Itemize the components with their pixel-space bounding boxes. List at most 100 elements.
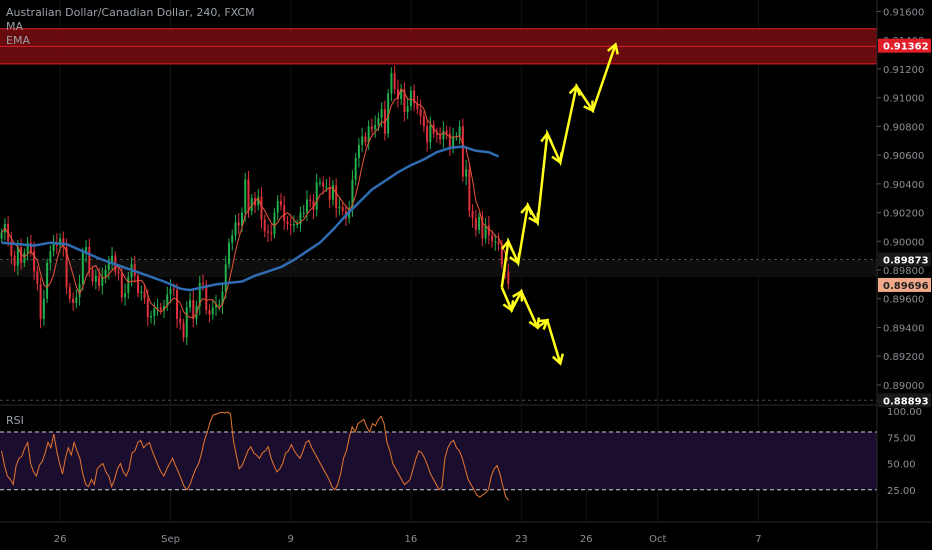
candle-56[interactable]: [182, 323, 185, 338]
candle-131[interactable]: [426, 126, 429, 143]
candle-132[interactable]: [429, 124, 432, 143]
candle-86[interactable]: [279, 201, 282, 206]
candle-137[interactable]: [445, 130, 448, 134]
candle-134[interactable]: [435, 133, 438, 135]
candle-104[interactable]: [338, 206, 341, 209]
candle-58[interactable]: [189, 300, 192, 308]
candle-80[interactable]: [260, 196, 263, 220]
candle-13[interactable]: [42, 298, 45, 319]
candle-47[interactable]: [153, 308, 156, 316]
candle-117[interactable]: [380, 109, 383, 118]
candle-146[interactable]: [474, 218, 477, 230]
price-tag-1[interactable]: 0.89873: [883, 256, 929, 267]
candle-130[interactable]: [422, 116, 425, 127]
bullish-arrow-path[interactable]: [500, 44, 617, 288]
bearish-arrow-path[interactable]: [500, 286, 562, 364]
candle-67[interactable]: [218, 304, 221, 306]
candle-111[interactable]: [361, 136, 364, 146]
candle-29[interactable]: [94, 275, 97, 282]
candle-156[interactable]: [507, 271, 510, 285]
candle-15[interactable]: [49, 251, 52, 263]
candle-102[interactable]: [331, 185, 334, 200]
candle-99[interactable]: [322, 182, 325, 187]
candle-28[interactable]: [91, 270, 94, 282]
candle-88[interactable]: [286, 221, 289, 225]
price-tag-2[interactable]: 0.89696: [883, 281, 929, 292]
legend-ma[interactable]: MA: [6, 20, 255, 34]
candle-45[interactable]: [146, 298, 149, 318]
candle-25[interactable]: [81, 252, 84, 285]
candle-149[interactable]: [484, 225, 487, 239]
candle-152[interactable]: [494, 241, 497, 243]
candle-73[interactable]: [237, 222, 240, 226]
candle-65[interactable]: [211, 307, 214, 315]
price-tag-3[interactable]: 0.88893: [883, 396, 929, 407]
candle-63[interactable]: [205, 284, 208, 311]
candle-103[interactable]: [335, 185, 338, 209]
candle-57[interactable]: [185, 307, 188, 338]
candle-64[interactable]: [208, 310, 211, 315]
candle-95[interactable]: [309, 199, 312, 202]
price-tag-0[interactable]: 0.91362: [883, 42, 929, 53]
candle-150[interactable]: [487, 225, 490, 236]
candle-36[interactable]: [117, 271, 120, 273]
candle-33[interactable]: [107, 262, 110, 270]
candle-112[interactable]: [364, 136, 367, 143]
candle-135[interactable]: [439, 135, 442, 140]
candle-7[interactable]: [23, 252, 26, 263]
candle-83[interactable]: [270, 232, 273, 235]
candle-98[interactable]: [318, 182, 321, 184]
candle-100[interactable]: [325, 186, 328, 188]
candle-115[interactable]: [374, 124, 377, 130]
candle-142[interactable]: [461, 126, 464, 177]
candle-143[interactable]: [465, 169, 468, 177]
rsi-label[interactable]: RSI: [6, 414, 24, 427]
candle-94[interactable]: [305, 199, 308, 213]
candle-151[interactable]: [491, 235, 494, 242]
candle-72[interactable]: [234, 222, 237, 236]
candle-105[interactable]: [341, 206, 344, 212]
candle-81[interactable]: [263, 219, 266, 232]
candle-101[interactable]: [328, 186, 331, 200]
candle-30[interactable]: [98, 275, 101, 286]
candle-76[interactable]: [247, 179, 250, 212]
candle-55[interactable]: [179, 318, 182, 324]
candle-125[interactable]: [406, 106, 409, 113]
candle-89[interactable]: [289, 224, 292, 226]
candle-4[interactable]: [13, 255, 16, 266]
candle-126[interactable]: [409, 90, 412, 107]
price-chart[interactable]: 0.916000.914000.912000.910000.908000.906…: [0, 0, 932, 550]
candle-144[interactable]: [468, 169, 471, 212]
candle-42[interactable]: [137, 275, 140, 293]
candle-43[interactable]: [140, 291, 143, 293]
candle-153[interactable]: [497, 241, 500, 245]
candle-37[interactable]: [120, 272, 123, 298]
candle-82[interactable]: [266, 231, 269, 233]
candle-32[interactable]: [104, 270, 107, 278]
candle-116[interactable]: [377, 117, 380, 125]
candle-85[interactable]: [276, 201, 279, 213]
candle-93[interactable]: [302, 212, 305, 214]
candle-141[interactable]: [458, 126, 461, 137]
candle-114[interactable]: [370, 126, 373, 130]
candle-69[interactable]: [224, 264, 227, 292]
candle-5[interactable]: [16, 247, 19, 266]
candle-84[interactable]: [273, 212, 276, 235]
candle-39[interactable]: [127, 277, 130, 293]
candle-110[interactable]: [357, 145, 360, 158]
candle-147[interactable]: [478, 216, 481, 230]
legend-ema[interactable]: EMA: [6, 34, 255, 48]
candle-120[interactable]: [390, 73, 393, 94]
candle-22[interactable]: [72, 298, 75, 304]
candle-138[interactable]: [448, 133, 451, 147]
candle-49[interactable]: [159, 307, 162, 311]
candle-44[interactable]: [143, 291, 146, 299]
candle-53[interactable]: [172, 288, 175, 291]
candle-24[interactable]: [78, 284, 81, 298]
candle-52[interactable]: [169, 288, 172, 295]
candle-0[interactable]: [0, 232, 3, 239]
candle-129[interactable]: [419, 109, 422, 117]
candle-12[interactable]: [39, 284, 42, 319]
candle-46[interactable]: [150, 315, 153, 318]
candle-109[interactable]: [354, 157, 357, 180]
